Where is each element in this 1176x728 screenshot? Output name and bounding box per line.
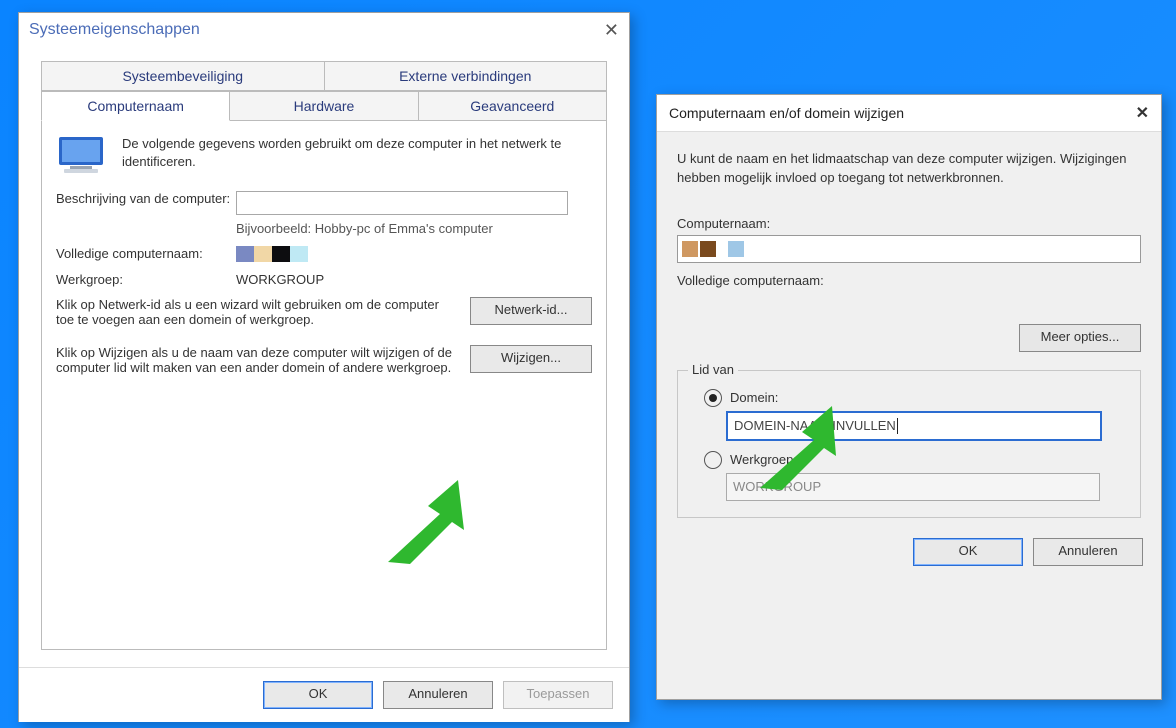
button-bar: OK Annuleren Toepassen [19, 667, 629, 722]
intro-text: U kunt de naam en het lidmaatschap van d… [677, 150, 1141, 188]
cancel-button[interactable]: Annuleren [1033, 538, 1143, 566]
network-id-text: Klik op Netwerk-id als u een wizard wilt… [56, 297, 470, 327]
computer-name-redacted [682, 241, 746, 257]
button-bar: OK Annuleren [657, 528, 1161, 580]
cancel-button[interactable]: Annuleren [383, 681, 493, 709]
change-name-domain-window: Computernaam en/of domein wijzigen ✕ U k… [656, 94, 1162, 700]
tabpanel-computername: De volgende gegevens worden gebruikt om … [41, 120, 607, 650]
tab-remote-connections[interactable]: Externe verbindingen [325, 61, 608, 91]
description-hint: Bijvoorbeeld: Hobby-pc of Emma's compute… [236, 221, 592, 236]
tab-system-security[interactable]: Systeembeveiliging [41, 61, 325, 91]
group-legend: Lid van [688, 362, 738, 377]
window-title: Systeemeigenschappen [29, 21, 200, 39]
full-name-label: Volledige computernaam: [677, 273, 1141, 288]
ok-button[interactable]: OK [263, 681, 373, 709]
full-name-label: Volledige computernaam: [56, 246, 236, 261]
more-options-button[interactable]: Meer opties... [1019, 324, 1141, 352]
description-input[interactable] [236, 191, 568, 215]
computername-input[interactable] [677, 235, 1141, 263]
network-id-button[interactable]: Netwerk-id... [470, 297, 592, 325]
computername-label: Computernaam: [677, 216, 1141, 231]
titlebar[interactable]: Computernaam en/of domein wijzigen ✕ [657, 95, 1161, 132]
ok-button[interactable]: OK [913, 538, 1023, 566]
description-label: Beschrijving van de computer: [56, 191, 236, 206]
domain-input[interactable]: DOMEIN-NAAM-INVULLEN [726, 411, 1102, 441]
workgroup-value: WORKGROUP [236, 272, 592, 287]
system-properties-window: Systeemeigenschappen ✕ Systeembeveiligin… [18, 12, 630, 722]
workgroup-radio[interactable] [704, 451, 722, 469]
close-icon[interactable]: ✕ [1136, 103, 1149, 123]
workgroup-radio-label: Werkgroep: [730, 452, 797, 467]
apply-button: Toepassen [503, 681, 613, 709]
titlebar[interactable]: Systeemeigenschappen ✕ [19, 13, 629, 47]
workgroup-label: Werkgroep: [56, 272, 236, 287]
domain-radio-label: Domein: [730, 390, 778, 405]
tab-advanced[interactable]: Geavanceerd [419, 91, 607, 121]
member-of-group: Lid van Domein: DOMEIN-NAAM-INVULLEN Wer… [677, 370, 1141, 518]
window-title: Computernaam en/of domein wijzigen [669, 105, 904, 121]
tab-computername[interactable]: Computernaam [41, 91, 230, 121]
close-icon[interactable]: ✕ [604, 20, 619, 41]
change-button[interactable]: Wijzigen... [470, 345, 592, 373]
intro-text: De volgende gegevens worden gebruikt om … [122, 135, 592, 171]
domain-radio[interactable] [704, 389, 722, 407]
monitor-icon [56, 135, 112, 177]
change-text: Klik op Wijzigen als u de naam van deze … [56, 345, 470, 375]
workgroup-input: WORKGROUP [726, 473, 1100, 501]
computer-name-redacted [236, 246, 592, 262]
tab-hardware[interactable]: Hardware [230, 91, 418, 121]
